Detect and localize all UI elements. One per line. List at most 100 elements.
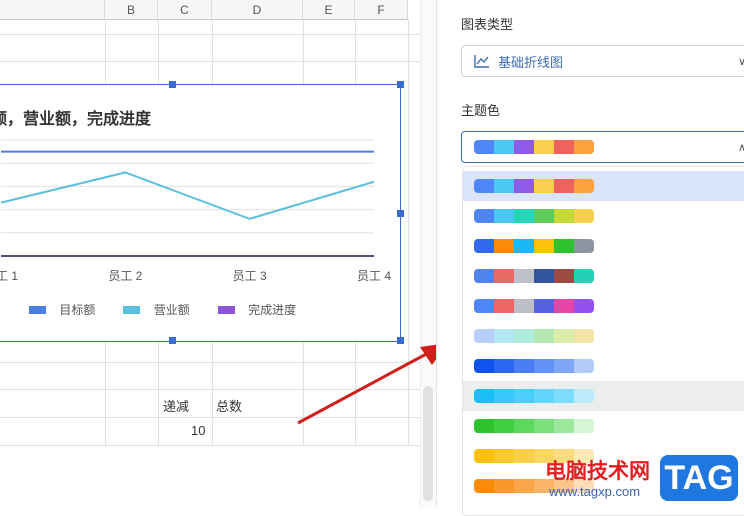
column-header-f[interactable]: F bbox=[355, 0, 408, 20]
color-chip bbox=[554, 140, 574, 154]
cell-c-value[interactable]: 10 bbox=[191, 423, 205, 438]
theme-option-4[interactable] bbox=[463, 261, 744, 291]
theme-option-10[interactable] bbox=[463, 441, 744, 471]
chart-type-value: 基础折线图 bbox=[498, 54, 564, 70]
color-chip bbox=[514, 140, 534, 154]
theme-color-dropdown bbox=[462, 166, 744, 516]
color-chip bbox=[574, 479, 594, 493]
color-chip bbox=[494, 359, 514, 373]
color-chip bbox=[494, 209, 514, 223]
column-header-a[interactable] bbox=[0, 0, 105, 20]
chart-legend: 目标额 营业额 完成进度 bbox=[29, 301, 296, 318]
theme-option-3[interactable] bbox=[463, 231, 744, 261]
column-header-e[interactable]: E bbox=[303, 0, 355, 20]
color-chip bbox=[554, 329, 574, 343]
color-chip bbox=[534, 140, 554, 154]
color-chip bbox=[574, 179, 594, 193]
theme-option-6[interactable] bbox=[463, 321, 744, 351]
color-chip bbox=[514, 479, 534, 493]
grid-line bbox=[0, 389, 420, 390]
theme-option-5[interactable] bbox=[463, 291, 744, 321]
color-chip bbox=[494, 299, 514, 313]
color-chip bbox=[514, 329, 534, 343]
color-chip bbox=[494, 239, 514, 253]
color-chip bbox=[514, 299, 534, 313]
legend-item-revenue[interactable]: 营业额 bbox=[123, 301, 190, 318]
color-chip bbox=[494, 449, 514, 463]
cell-c-header[interactable]: 递减 bbox=[163, 396, 189, 415]
color-chip bbox=[534, 419, 554, 433]
color-chip bbox=[534, 269, 554, 283]
color-chip bbox=[554, 449, 574, 463]
color-chip bbox=[514, 209, 534, 223]
color-chip bbox=[574, 449, 594, 463]
legend-label: 目标额 bbox=[59, 303, 96, 317]
column-header-d[interactable]: D bbox=[212, 0, 303, 20]
color-chip bbox=[494, 179, 514, 193]
color-chip bbox=[474, 140, 494, 154]
color-chip bbox=[534, 479, 554, 493]
color-chip bbox=[514, 179, 534, 193]
color-chip bbox=[534, 329, 554, 343]
line-chart[interactable]: 额，营业额，完成进度 员工 1员工 2员工 3员工 4 目标额 营业额 完成进度 bbox=[0, 81, 404, 344]
color-chip bbox=[494, 389, 514, 403]
chevron-up-icon: ∧ bbox=[737, 141, 744, 154]
color-chip bbox=[534, 239, 554, 253]
color-chip bbox=[514, 269, 534, 283]
column-header-b[interactable]: B bbox=[105, 0, 158, 20]
theme-option-8[interactable] bbox=[463, 381, 744, 411]
grid-line bbox=[0, 417, 420, 418]
color-chip bbox=[494, 479, 514, 493]
color-chip bbox=[474, 179, 494, 193]
color-chip bbox=[554, 359, 574, 373]
color-chip bbox=[534, 389, 554, 403]
legend-label: 完成进度 bbox=[248, 303, 297, 317]
color-chip bbox=[514, 239, 534, 253]
color-chip bbox=[574, 209, 594, 223]
color-chip bbox=[554, 479, 574, 493]
color-chip bbox=[514, 449, 534, 463]
spreadsheet-grid[interactable]: B C D E F 递减 总数 10 额，营业额，完成进度 员工 1员工 2员工… bbox=[0, 0, 436, 508]
chart-type-label: 图表类型 bbox=[461, 17, 514, 32]
selected-theme-swatch bbox=[474, 140, 594, 154]
color-chip bbox=[554, 389, 574, 403]
theme-color-label: 主题色 bbox=[461, 103, 501, 118]
x-tick-label: 员工 2 bbox=[108, 269, 143, 283]
color-chip bbox=[514, 389, 534, 403]
color-chip bbox=[474, 269, 494, 283]
column-header-c[interactable]: C bbox=[158, 0, 212, 20]
legend-item-target[interactable]: 目标额 bbox=[29, 301, 95, 318]
color-chip bbox=[574, 299, 594, 313]
theme-color-select[interactable]: ∧ bbox=[461, 131, 744, 163]
color-chip bbox=[494, 269, 514, 283]
color-chip bbox=[494, 419, 514, 433]
color-chip bbox=[534, 209, 554, 223]
cell-d-header[interactable]: 总数 bbox=[216, 396, 242, 415]
chart-type-select[interactable]: 基础折线图 ∨ bbox=[461, 45, 744, 77]
color-chip bbox=[574, 140, 594, 154]
series-line-1[interactable] bbox=[0, 171, 375, 220]
scrollbar-thumb[interactable] bbox=[423, 386, 433, 501]
color-chip bbox=[474, 479, 494, 493]
x-tick-label: 员工 1 bbox=[0, 269, 19, 283]
theme-option-7[interactable] bbox=[463, 351, 744, 381]
theme-option-11[interactable] bbox=[463, 471, 744, 501]
color-chip bbox=[514, 359, 534, 373]
color-chip bbox=[474, 389, 494, 403]
color-chip bbox=[534, 179, 554, 193]
color-chip bbox=[554, 419, 574, 433]
grid-line bbox=[0, 362, 420, 363]
theme-option-2[interactable] bbox=[463, 201, 744, 231]
legend-item-progress[interactable]: 完成进度 bbox=[217, 301, 297, 318]
theme-option-9[interactable] bbox=[463, 411, 744, 441]
theme-option-1[interactable] bbox=[463, 171, 744, 201]
color-chip bbox=[474, 209, 494, 223]
color-chip bbox=[474, 239, 494, 253]
color-chip bbox=[574, 269, 594, 283]
color-chip bbox=[574, 419, 594, 433]
color-chip bbox=[554, 299, 574, 313]
color-chip bbox=[474, 299, 494, 313]
grid-line bbox=[408, 20, 409, 445]
color-chip bbox=[474, 449, 494, 463]
grid-line bbox=[0, 445, 420, 446]
